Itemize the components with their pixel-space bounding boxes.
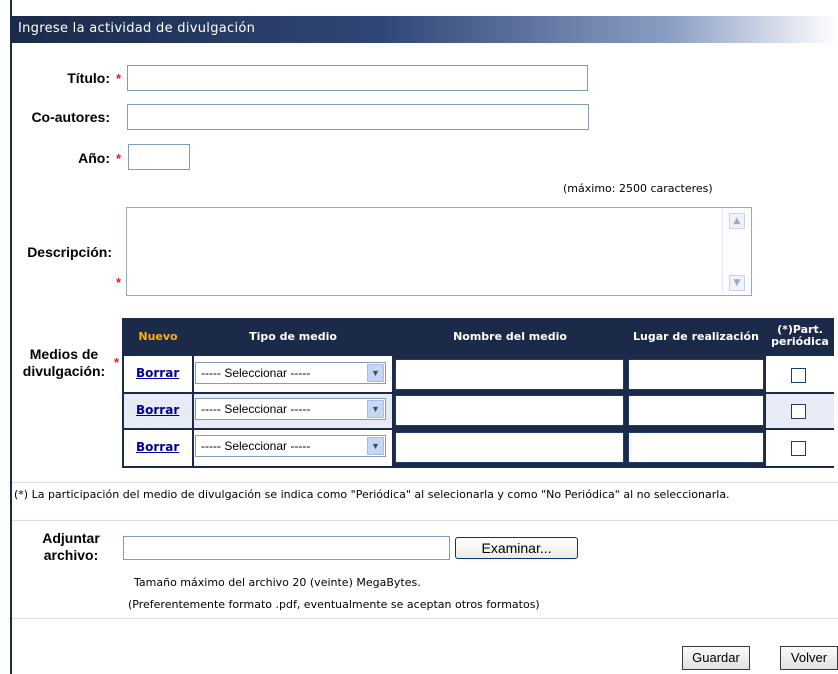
tipo-medio-select[interactable]: ----- Seleccionar ----- ▼	[195, 435, 386, 457]
periodica-footnote: (*) La participación del medio de divulg…	[14, 488, 730, 501]
descripcion-label: Descripción:	[27, 244, 112, 260]
anio-input[interactable]	[128, 144, 190, 170]
borrar-link[interactable]: Borrar	[136, 366, 179, 380]
browse-button[interactable]: Examinar...	[455, 537, 578, 559]
chevron-down-icon[interactable]: ▼	[367, 437, 384, 455]
tipo-medio-select[interactable]: ----- Seleccionar ----- ▼	[195, 362, 386, 384]
borrar-link[interactable]: Borrar	[136, 440, 179, 454]
required-mark: *	[116, 151, 122, 166]
coautores-input[interactable]	[127, 104, 589, 130]
tipo-medio-value: ----- Seleccionar -----	[201, 439, 311, 453]
titulo-input[interactable]	[127, 65, 588, 91]
tipo-medio-value: ----- Seleccionar -----	[201, 366, 311, 380]
adjuntar-label-line2: archivo:	[43, 547, 99, 563]
nombre-medio-input[interactable]	[395, 395, 624, 426]
anio-label: Año:	[78, 150, 110, 166]
descripcion-max-note: (máximo: 2500 caracteres)	[563, 182, 713, 195]
medios-label-line1: Medios de	[29, 346, 99, 362]
back-button[interactable]: Volver	[780, 646, 838, 670]
nombre-medio-input[interactable]	[395, 432, 624, 463]
left-border	[10, 0, 12, 674]
col-header-nombre: Nombre del medio	[453, 329, 567, 343]
descripcion-scrollbar[interactable]: ▲ ▼	[722, 209, 751, 293]
divider	[12, 482, 838, 483]
chevron-down-icon[interactable]: ▼	[367, 400, 384, 418]
coautores-label: Co-autores:	[31, 109, 110, 125]
file-format-info: (Preferentemente formato .pdf, eventualm…	[128, 598, 540, 611]
periodica-checkbox[interactable]	[791, 441, 806, 456]
titulo-label: Título:	[67, 70, 110, 86]
divider	[12, 520, 838, 521]
descripcion-textarea[interactable]	[126, 207, 752, 296]
col-header-periodica: (*)Part. periódica	[766, 318, 834, 354]
scroll-up-icon[interactable]: ▲	[729, 213, 745, 229]
adjuntar-label: Adjuntar archivo:	[30, 530, 112, 564]
tipo-medio-value: ----- Seleccionar -----	[201, 402, 311, 416]
chevron-down-icon[interactable]: ▼	[367, 364, 384, 382]
nombre-medio-input[interactable]	[395, 359, 624, 390]
periodica-checkbox[interactable]	[791, 404, 806, 419]
scroll-down-icon[interactable]: ▼	[729, 275, 745, 291]
borrar-link[interactable]: Borrar	[136, 403, 179, 417]
adjuntar-label-line1: Adjuntar	[42, 530, 100, 546]
tipo-medio-select[interactable]: ----- Seleccionar ----- ▼	[195, 398, 386, 420]
required-mark: *	[116, 275, 122, 290]
medios-label: Medios de divulgación:	[18, 346, 110, 380]
form-title: Ingrese la actividad de divulgación	[18, 21, 256, 36]
col-header-lugar: Lugar de realización	[633, 329, 759, 343]
lugar-input[interactable]	[628, 432, 764, 463]
save-button[interactable]: Guardar	[682, 646, 750, 670]
divider	[12, 618, 838, 619]
lugar-input[interactable]	[628, 359, 764, 390]
col-header-periodica-line2: periódica	[771, 335, 829, 348]
file-path-input[interactable]	[123, 536, 450, 560]
col-header-nuevo[interactable]: Nuevo	[124, 318, 192, 354]
required-mark: *	[114, 355, 120, 370]
col-header-tipo: Tipo de medio	[249, 329, 337, 343]
periodica-checkbox[interactable]	[791, 368, 806, 383]
required-mark: *	[116, 71, 122, 86]
file-size-info: Tamaño máximo del archivo 20 (veinte) Me…	[134, 576, 421, 589]
medios-label-line2: divulgación:	[22, 363, 106, 379]
lugar-input[interactable]	[628, 395, 764, 426]
form-header: Ingrese la actividad de divulgación	[10, 16, 838, 43]
